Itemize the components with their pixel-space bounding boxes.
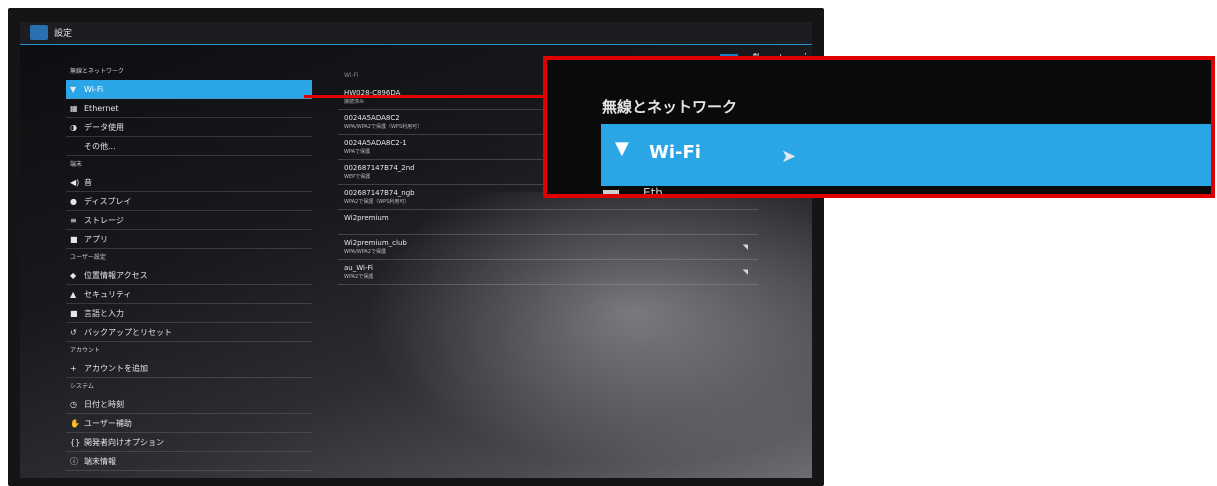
sidebar-item-label: 音	[84, 178, 92, 187]
sidebar-item-icon: +	[70, 364, 77, 373]
sidebar-item-icon: ■	[70, 309, 78, 318]
sidebar-item[interactable]: ◆ 位置情報アクセス	[66, 266, 312, 285]
sidebar-item[interactable]: ◀) 音	[66, 173, 312, 192]
section-header: 端末	[70, 161, 83, 168]
network-security: WPA2で保護（WPS利用可）	[344, 199, 410, 205]
network-ssid: au_Wi-Fi	[344, 264, 373, 272]
network-row[interactable]: au_Wi-Fi WPA2で保護 ◥	[338, 260, 758, 285]
sidebar-item-label: セキュリティ	[84, 290, 132, 299]
sidebar-item-icon: ▼	[70, 85, 77, 94]
sidebar-item-icon: ◆	[70, 271, 77, 280]
sidebar-item-icon: {}	[70, 438, 81, 447]
sidebar-item-icon: ↺	[70, 328, 77, 337]
sidebar-item-icon: ◷	[70, 400, 77, 409]
sidebar-item-label: ディスプレイ	[84, 197, 132, 206]
sidebar-item[interactable]: ▼ Wi-Fi	[66, 80, 312, 99]
zoom-inset: 無線とネットワーク ▼ Wi-Fi ➤ Eth	[543, 56, 1215, 198]
zoom-section-header: 無線とネットワーク	[602, 98, 738, 116]
sidebar-item-label: 開発者向けオプション	[84, 438, 164, 447]
settings-category-list: 無線とネットワーク ▼ Wi-Fi ▦ Ethernet ◑ データ使用その他... 端末 ◀)…	[66, 63, 312, 471]
sidebar-item[interactable]: ■ 言語と入力	[66, 304, 312, 323]
section-header: アカウント	[70, 347, 101, 354]
sidebar-item-icon: ✋	[70, 419, 80, 428]
action-bar: 設定	[20, 22, 812, 45]
sidebar-item-label: データ使用	[84, 123, 124, 132]
callout-connector-line	[304, 95, 544, 98]
sidebar-item-label: その他...	[84, 142, 116, 151]
sidebar-item-icon: ●	[70, 197, 77, 206]
network-ssid: Wi2premium_club	[344, 239, 407, 247]
wifi-icon: ▼	[615, 138, 629, 159]
sidebar-item[interactable]: ■ アプリ	[66, 230, 312, 249]
wifi-signal-icon: ◥	[742, 268, 748, 276]
sidebar-item[interactable]: ↺ バックアップとリセット	[66, 323, 312, 342]
sidebar-item-label: ストレージ	[84, 216, 124, 225]
sidebar-item[interactable]: + アカウントを追加	[66, 359, 312, 378]
sidebar-item[interactable]: {} 開発者向けオプション	[66, 433, 312, 452]
sidebar-item-label: 端末情報	[84, 457, 116, 466]
sidebar-item[interactable]: その他...	[66, 137, 312, 156]
sidebar-item-icon: ◀)	[70, 178, 80, 187]
sidebar-item-label: アプリ	[84, 235, 108, 244]
section-header: システム	[70, 383, 94, 390]
sidebar-item-icon: ▲	[70, 290, 77, 299]
section-header: ユーザー設定	[70, 254, 106, 261]
sidebar-item[interactable]: ▲ セキュリティ	[66, 285, 312, 304]
sidebar-item[interactable]: ● ディスプレイ	[66, 192, 312, 211]
sidebar-item-icon: ◑	[70, 123, 77, 132]
sidebar-item-icon: ■	[70, 235, 78, 244]
network-security: WPA/WPA2で保護	[344, 249, 386, 255]
sidebar-item-label: アカウントを追加	[84, 364, 148, 373]
sidebar-item-label: Wi-Fi	[84, 85, 104, 94]
network-row[interactable]: Wi2premium_club WPA/WPA2で保護 ◥	[338, 235, 758, 260]
mouse-cursor-icon: ➤	[781, 146, 797, 167]
sidebar-item[interactable]: ◷ 日付と時刻	[66, 395, 312, 414]
sidebar-item[interactable]: ≡ ストレージ	[66, 211, 312, 230]
network-ssid: Wi2premium	[344, 214, 389, 222]
network-security: WPA2で保護	[344, 274, 374, 280]
ethernet-icon	[603, 190, 619, 194]
settings-app-icon	[30, 25, 48, 40]
app-title: 設定	[54, 29, 73, 39]
sidebar-item-label: 位置情報アクセス	[84, 271, 148, 280]
sidebar-item-label: 日付と時刻	[84, 400, 124, 409]
zoom-next-item-label: Eth	[643, 186, 663, 198]
sidebar-item[interactable]: ✋ ユーザー補助	[66, 414, 312, 433]
wifi-signal-icon: ◥	[742, 243, 748, 251]
sidebar-item-icon: ≡	[70, 216, 77, 225]
sidebar-item-label: Ethernet	[84, 104, 119, 113]
sidebar-item[interactable]: ◑ データ使用	[66, 118, 312, 137]
zoom-wifi-label: Wi-Fi	[649, 142, 701, 163]
sidebar-item-icon: ⓘ	[70, 457, 78, 466]
sidebar-item-icon: ▦	[70, 104, 78, 113]
sidebar-item[interactable]: ⓘ 端末情報	[66, 452, 312, 471]
network-row[interactable]: Wi2premium	[338, 210, 758, 235]
sidebar-item-label: 言語と入力	[84, 309, 124, 318]
zoom-wifi-item[interactable]: ▼ Wi-Fi ➤	[601, 124, 1211, 186]
sidebar-item-label: ユーザー補助	[84, 419, 132, 428]
sidebar-item-label: バックアップとリセット	[84, 328, 172, 337]
sidebar-item[interactable]: ▦ Ethernet	[66, 99, 312, 118]
section-header: 無線とネットワーク	[70, 68, 125, 75]
